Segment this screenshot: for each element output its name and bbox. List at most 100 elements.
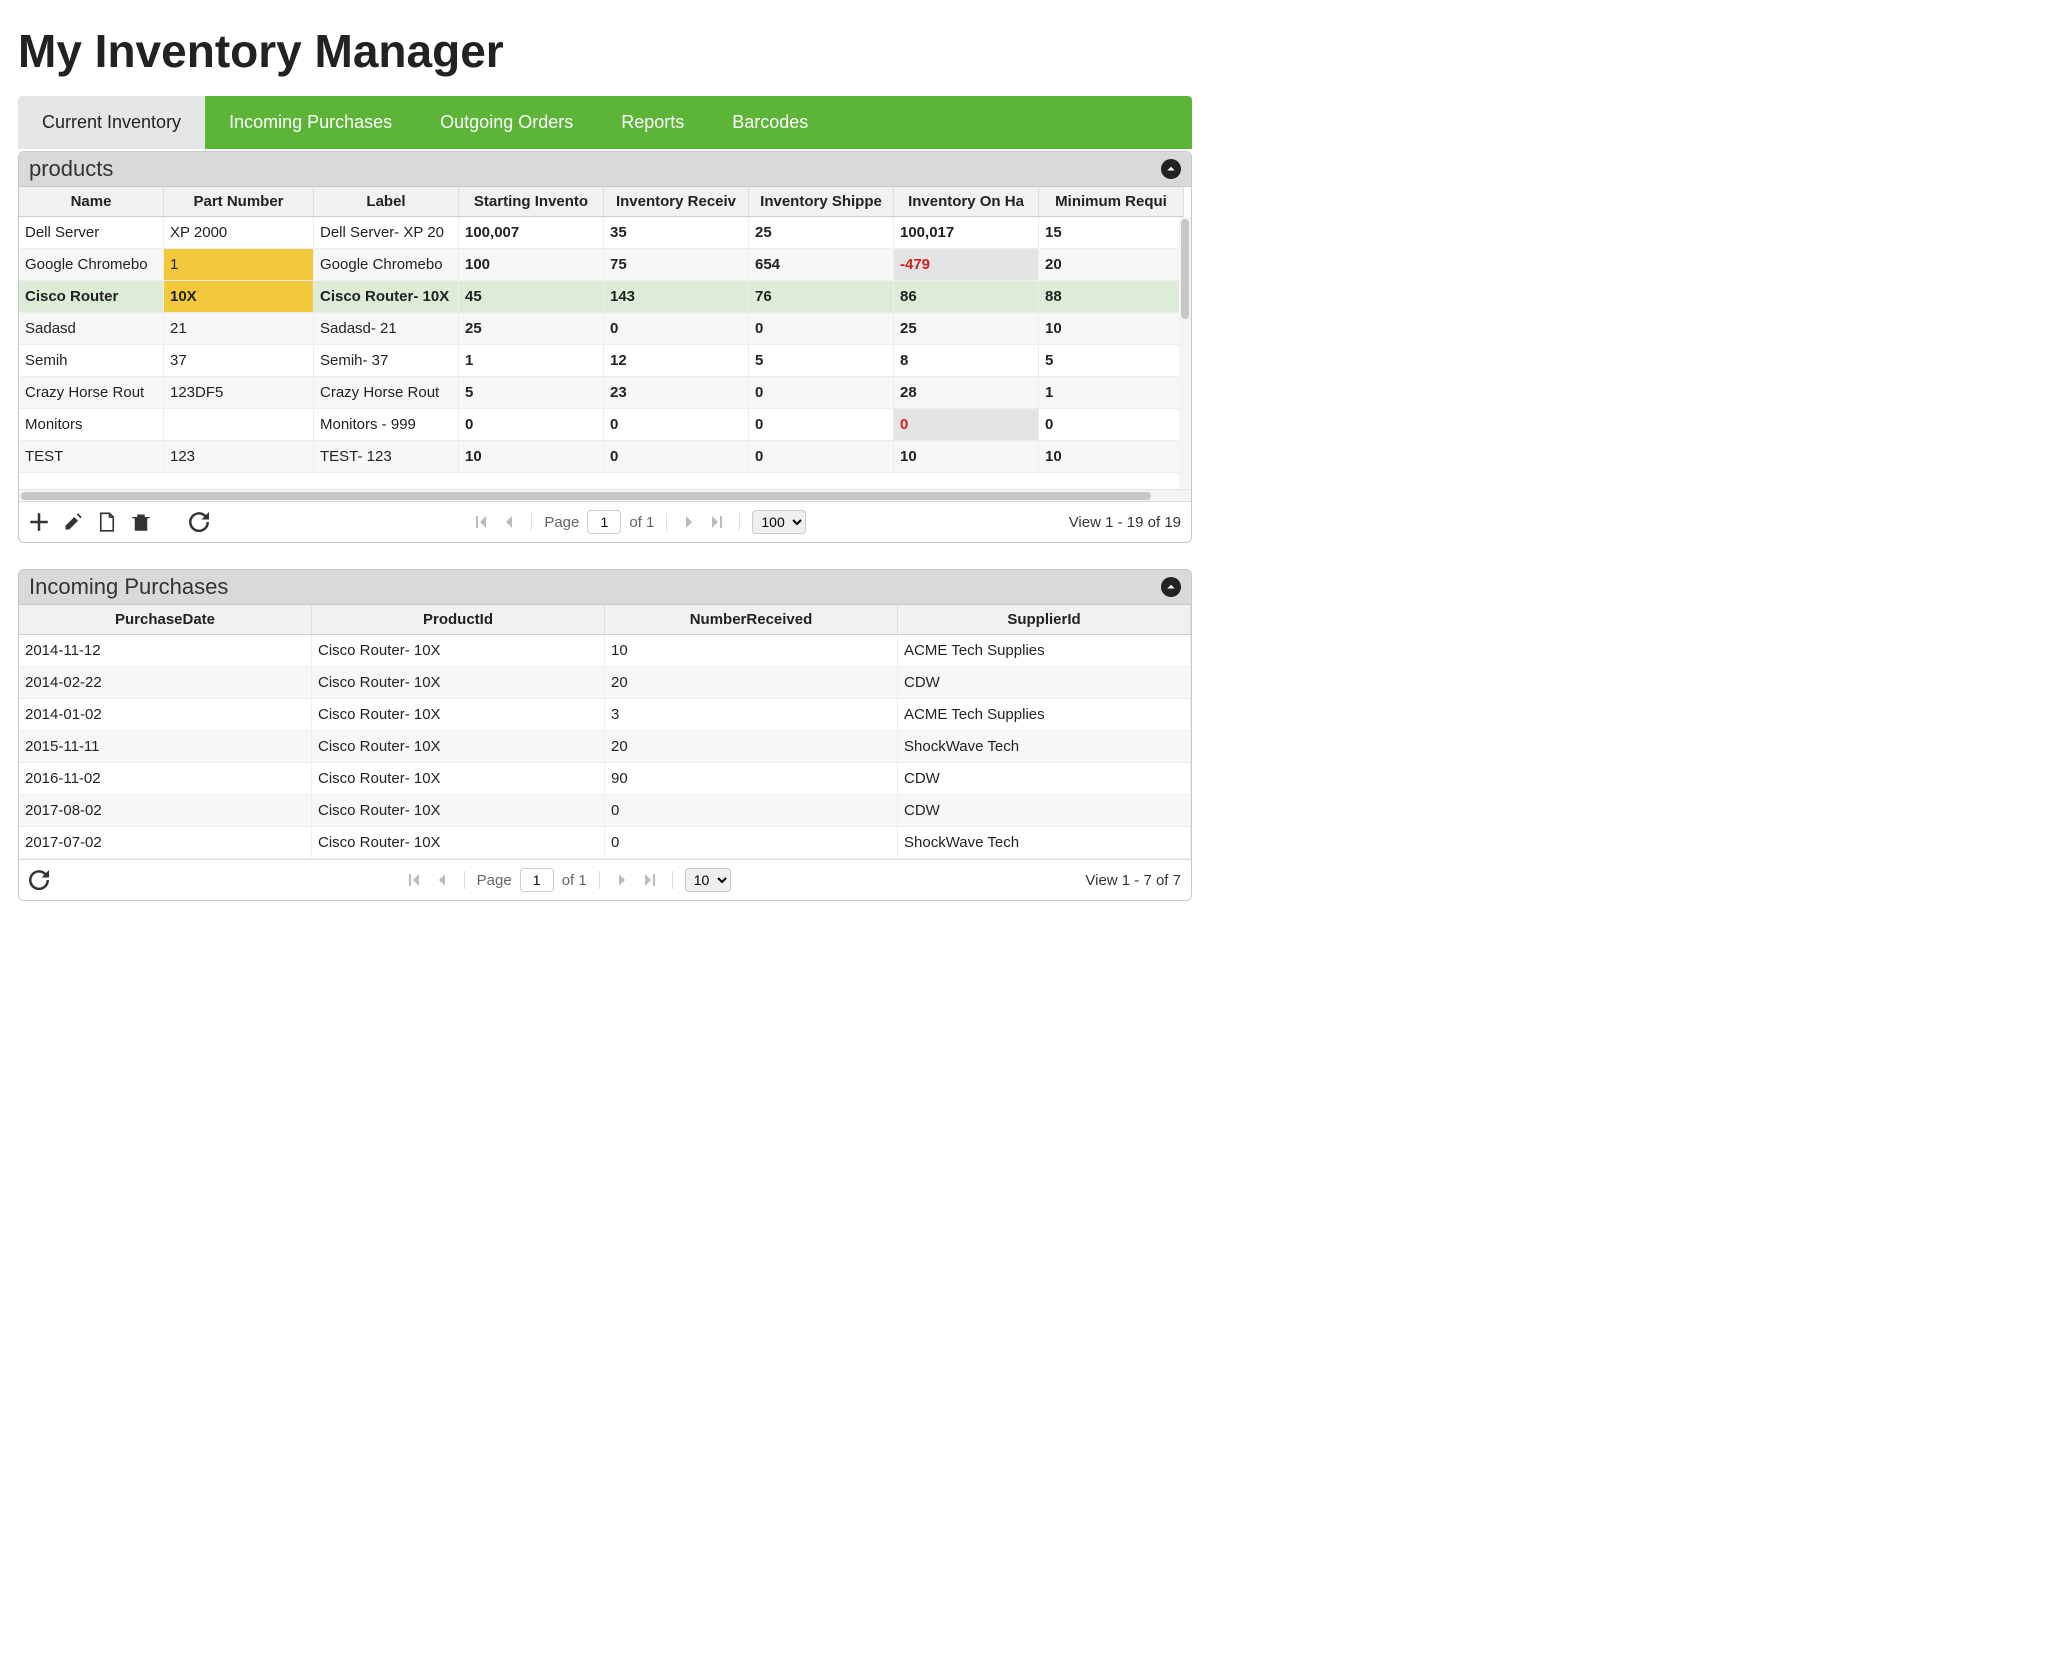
prev-page-icon[interactable] xyxy=(499,512,519,532)
table-row[interactable]: Dell ServerXP 2000Dell Server- XP 20100,… xyxy=(19,217,1191,249)
cell-date: 2014-01-02 xyxy=(19,699,312,731)
cell-min: 1 xyxy=(1039,377,1184,409)
col-inventory-on-hand[interactable]: Inventory On Ha xyxy=(894,187,1039,217)
table-row[interactable]: MonitorsMonitors - 99900000 xyxy=(19,409,1191,441)
cell-num: 20 xyxy=(605,667,898,699)
col-purchase-date[interactable]: PurchaseDate xyxy=(19,605,312,635)
collapse-icon[interactable] xyxy=(1161,159,1181,179)
cell-min: 10 xyxy=(1039,441,1184,473)
cell-supplier: ShockWave Tech xyxy=(898,827,1191,859)
col-starting-inventory[interactable]: Starting Invento xyxy=(459,187,604,217)
col-inventory-shipped[interactable]: Inventory Shippe xyxy=(749,187,894,217)
cell-recv: 143 xyxy=(604,281,749,313)
page-size-select[interactable]: 100 xyxy=(752,510,806,534)
products-body: Dell ServerXP 2000Dell Server- XP 20100,… xyxy=(19,217,1191,489)
table-row[interactable]: 2014-11-12Cisco Router- 10X10ACME Tech S… xyxy=(19,635,1191,667)
collapse-icon[interactable] xyxy=(1161,577,1181,597)
cell-ship: 0 xyxy=(749,377,894,409)
last-page-icon[interactable] xyxy=(640,870,660,890)
of-label: of 1 xyxy=(629,514,654,531)
table-row[interactable]: Crazy Horse Rout123DF5Crazy Horse Rout52… xyxy=(19,377,1191,409)
vertical-scrollbar[interactable] xyxy=(1179,217,1191,489)
page-input[interactable] xyxy=(587,510,621,534)
tab-reports[interactable]: Reports xyxy=(597,96,708,149)
purchases-header-row: PurchaseDate ProductId NumberReceived Su… xyxy=(19,605,1191,635)
col-label[interactable]: Label xyxy=(314,187,459,217)
table-row[interactable]: Google Chromebo1Google Chromebo10075654-… xyxy=(19,249,1191,281)
tab-outgoing-orders[interactable]: Outgoing Orders xyxy=(416,96,597,149)
table-row[interactable]: Cisco Router10XCisco Router- 10X45143768… xyxy=(19,281,1191,313)
cell-name: Semih xyxy=(19,345,164,377)
col-inventory-received[interactable]: Inventory Receiv xyxy=(604,187,749,217)
table-row[interactable]: 2014-01-02Cisco Router- 10X3ACME Tech Su… xyxy=(19,699,1191,731)
cell-ship: 654 xyxy=(749,249,894,281)
cell-supplier: ShockWave Tech xyxy=(898,731,1191,763)
cell-ship: 76 xyxy=(749,281,894,313)
page-title: My Inventory Manager xyxy=(18,24,1192,78)
cell-start: 5 xyxy=(459,377,604,409)
cell-product: Cisco Router- 10X xyxy=(312,763,605,795)
col-part-number[interactable]: Part Number xyxy=(164,187,314,217)
cell-date: 2015-11-11 xyxy=(19,731,312,763)
prev-page-icon[interactable] xyxy=(432,870,452,890)
table-row[interactable]: 2017-08-02Cisco Router- 10X0CDW xyxy=(19,795,1191,827)
cell-label: Sadasd- 21 xyxy=(314,313,459,345)
cell-start: 10 xyxy=(459,441,604,473)
cell-product: Cisco Router- 10X xyxy=(312,635,605,667)
cell-part: 21 xyxy=(164,313,314,345)
col-minimum-required[interactable]: Minimum Requi xyxy=(1039,187,1184,217)
cell-num: 0 xyxy=(605,795,898,827)
cell-num: 20 xyxy=(605,731,898,763)
cell-min: 5 xyxy=(1039,345,1184,377)
refresh-icon[interactable] xyxy=(29,870,49,890)
first-page-icon[interactable] xyxy=(404,870,424,890)
col-number-received[interactable]: NumberReceived xyxy=(605,605,898,635)
cell-num: 10 xyxy=(605,635,898,667)
table-row[interactable]: 2015-11-11Cisco Router- 10X20ShockWave T… xyxy=(19,731,1191,763)
cell-ship: 0 xyxy=(749,441,894,473)
cell-date: 2014-11-12 xyxy=(19,635,312,667)
view-icon[interactable] xyxy=(97,512,117,532)
refresh-icon[interactable] xyxy=(189,512,209,532)
edit-icon[interactable] xyxy=(63,512,83,532)
table-row[interactable]: Sadasd21Sadasd- 2125002510 xyxy=(19,313,1191,345)
page-label: Page xyxy=(477,872,512,889)
col-product-id[interactable]: ProductId xyxy=(312,605,605,635)
table-row[interactable]: 2014-02-22Cisco Router- 10X20CDW xyxy=(19,667,1191,699)
cell-supplier: CDW xyxy=(898,667,1191,699)
view-range: View 1 - 19 of 19 xyxy=(1069,514,1181,531)
cell-onhand: 10 xyxy=(894,441,1039,473)
products-grid: products Name Part Number Label Starting… xyxy=(18,151,1192,543)
page-size-select[interactable]: 10 xyxy=(685,868,731,892)
next-page-icon[interactable] xyxy=(612,870,632,890)
purchases-body: 2014-11-12Cisco Router- 10X10ACME Tech S… xyxy=(19,635,1191,859)
table-row[interactable]: TEST123TEST- 12310001010 xyxy=(19,441,1191,473)
cell-label: Dell Server- XP 20 xyxy=(314,217,459,249)
col-name[interactable]: Name xyxy=(19,187,164,217)
tab-incoming-purchases[interactable]: Incoming Purchases xyxy=(205,96,416,149)
col-supplier-id[interactable]: SupplierId xyxy=(898,605,1191,635)
cell-ship: 0 xyxy=(749,409,894,441)
tab-barcodes[interactable]: Barcodes xyxy=(708,96,832,149)
table-row[interactable]: 2016-11-02Cisco Router- 10X90CDW xyxy=(19,763,1191,795)
last-page-icon[interactable] xyxy=(707,512,727,532)
purchases-grid: Incoming Purchases PurchaseDate ProductI… xyxy=(18,569,1192,901)
cell-name: Sadasd xyxy=(19,313,164,345)
table-row[interactable]: 2017-07-02Cisco Router- 10X0ShockWave Te… xyxy=(19,827,1191,859)
cell-part: 10X xyxy=(164,281,314,313)
cell-min: 20 xyxy=(1039,249,1184,281)
add-icon[interactable] xyxy=(29,512,49,532)
first-page-icon[interactable] xyxy=(471,512,491,532)
page-label: Page xyxy=(544,514,579,531)
tab-current-inventory[interactable]: Current Inventory xyxy=(18,96,205,149)
cell-recv: 12 xyxy=(604,345,749,377)
cell-start: 1 xyxy=(459,345,604,377)
cell-ship: 0 xyxy=(749,313,894,345)
next-page-icon[interactable] xyxy=(679,512,699,532)
delete-icon[interactable] xyxy=(131,512,151,532)
cell-min: 88 xyxy=(1039,281,1184,313)
cell-name: Dell Server xyxy=(19,217,164,249)
horizontal-scrollbar[interactable] xyxy=(19,489,1191,501)
page-input[interactable] xyxy=(520,868,554,892)
table-row[interactable]: Semih37Semih- 37112585 xyxy=(19,345,1191,377)
